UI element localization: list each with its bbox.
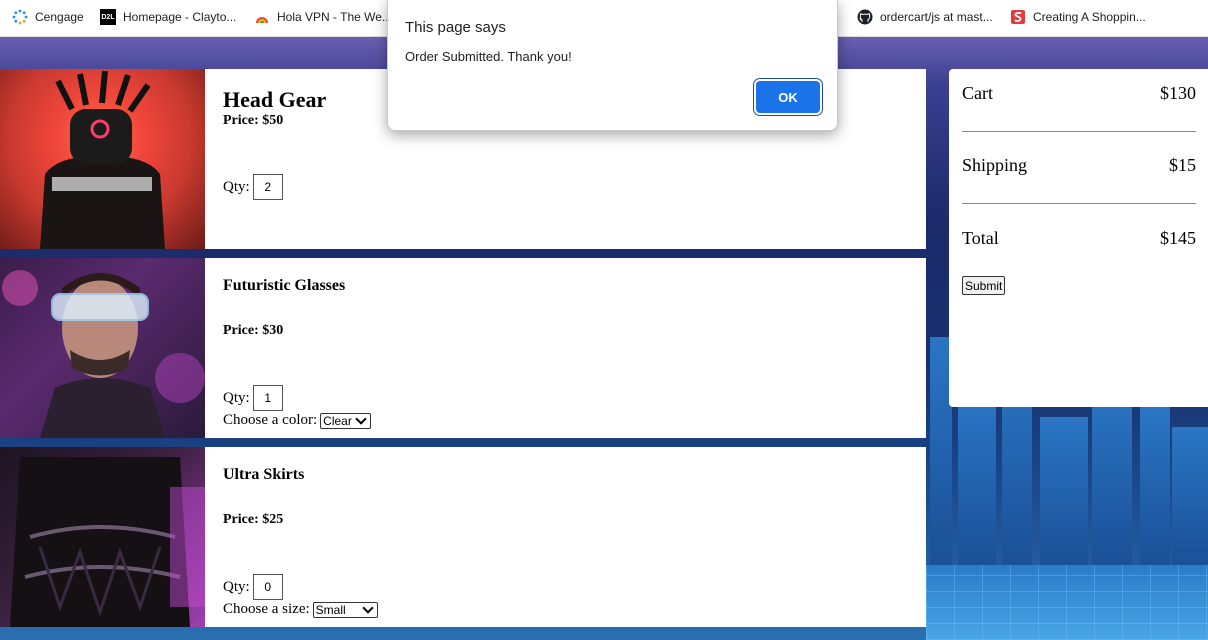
quantity-group: Qty: 2 <box>223 174 283 200</box>
product-price: Price: $25 <box>223 512 284 527</box>
size-select[interactable]: Small <box>312 601 378 618</box>
bookmark-scribd[interactable]: Creating A Shoppin... <box>1010 0 1146 34</box>
cengage-icon <box>12 9 28 25</box>
building <box>1172 427 1208 567</box>
bookmark-hola-vpn[interactable]: Hola VPN - The We... <box>254 0 392 34</box>
color-label: Choose a color: <box>223 412 318 428</box>
total-line: Total $145 <box>962 228 1196 249</box>
quantity-group: Qty: 1 <box>223 385 283 411</box>
shipping-line: Shipping $15 <box>962 155 1196 176</box>
bookmark-label: Homepage - Clayto... <box>123 10 237 24</box>
product-price: Price: $30 <box>223 323 284 338</box>
total-label: Total <box>962 228 999 248</box>
bookmark-label: Hola VPN - The We... <box>277 10 392 24</box>
neon-grid-floor <box>926 565 1208 640</box>
alert-dialog: This page says Order Submitted. Thank yo… <box>387 0 838 131</box>
divider <box>962 203 1196 204</box>
product-row-ultra-skirts: Ultra Skirts Price: $25 Qty: 0 Choose a … <box>0 447 926 627</box>
building <box>1140 407 1170 567</box>
size-option-group: Choose a size: Small <box>223 601 378 618</box>
chevron-down-icon <box>361 602 374 614</box>
bookmark-label: ordercart/js at mast... <box>880 10 993 24</box>
d2l-icon: D2L <box>100 9 116 25</box>
product-title: Ultra Skirts <box>223 466 305 483</box>
submit-button[interactable]: Submit <box>962 276 1006 295</box>
color-select-value: Clear <box>323 413 352 428</box>
color-select[interactable]: Clear <box>320 412 372 429</box>
dialog-title: This page says <box>405 19 506 36</box>
github-icon <box>857 9 873 25</box>
bookmark-github[interactable]: ordercart/js at mast... <box>857 0 993 34</box>
bookmark-label: Cengage <box>35 10 84 24</box>
quantity-label: Qty: <box>223 178 250 195</box>
divider <box>962 131 1196 132</box>
bookmark-cengage[interactable]: Cengage <box>12 0 84 34</box>
building <box>1040 417 1088 567</box>
product-image-ultra-skirts <box>0 447 205 627</box>
building <box>1092 387 1132 567</box>
ok-button[interactable]: OK <box>756 81 820 113</box>
quantity-input[interactable]: 1 <box>252 385 283 411</box>
dialog-message: Order Submitted. Thank you! <box>405 49 572 64</box>
cart-label: Cart <box>962 83 993 103</box>
shipping-label: Shipping <box>962 155 1028 175</box>
total-value: $145 <box>1160 228 1196 248</box>
product-title: Futuristic Glasses <box>223 277 346 294</box>
quantity-label: Qty: <box>223 389 250 406</box>
product-price: Price: $50 <box>223 113 284 128</box>
cart-summary: Cart $130 Shipping $15 Total $145 Submit <box>949 69 1208 407</box>
bookmark-d2l[interactable]: D2L Homepage - Clayto... <box>100 0 236 34</box>
product-row-futuristic-glasses: Futuristic Glasses Price: $30 Qty: 1 Cho… <box>0 258 926 438</box>
product-image-head-gear <box>0 69 205 249</box>
color-option-group: Choose a color: Clear <box>223 412 372 429</box>
quantity-input[interactable]: 2 <box>252 174 283 200</box>
hola-vpn-icon <box>254 9 270 25</box>
building <box>958 397 996 567</box>
quantity-label: Qty: <box>223 578 250 595</box>
product-title: Head Gear <box>223 87 327 112</box>
quantity-group: Qty: 0 <box>223 574 283 600</box>
chevron-down-icon <box>355 413 367 425</box>
bookmark-label: Creating A Shoppin... <box>1033 10 1146 24</box>
shipping-value: $15 <box>1169 155 1196 175</box>
cart-value: $130 <box>1160 83 1196 103</box>
scribd-icon <box>1010 9 1026 25</box>
size-label: Choose a size: <box>223 601 310 617</box>
quantity-input[interactable]: 0 <box>252 574 283 600</box>
product-image-futuristic-glasses <box>0 258 205 438</box>
cart-subtotal-line: Cart $130 <box>962 83 1196 104</box>
size-select-value: Small <box>315 602 346 617</box>
